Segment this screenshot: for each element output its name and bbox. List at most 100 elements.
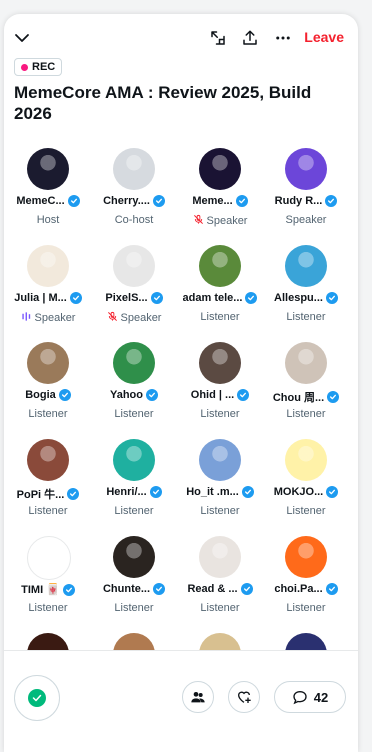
participant[interactable]: adam tele... Listener: [177, 241, 263, 337]
participant-role: Listener: [114, 602, 154, 614]
participant-name-row: Ho_it .m...: [177, 486, 263, 498]
people-icon: [191, 692, 205, 703]
participant[interactable]: TIMI 🀄 Listener: [5, 532, 91, 628]
participant-role: Listener: [28, 602, 68, 614]
verified-badge-icon: [326, 486, 339, 498]
avatar: [199, 245, 241, 287]
mic-button[interactable]: [14, 675, 60, 721]
participant[interactable]: Ohid | ... Listener: [177, 338, 263, 434]
participant-name: Allespu...: [274, 292, 323, 304]
participant[interactable]: Allespu... Listener: [263, 241, 349, 337]
share-icon[interactable]: [238, 26, 262, 50]
verified-badge-icon: [325, 583, 338, 595]
verified-badge-icon: [149, 486, 162, 498]
participant[interactable]: Henri/... Listener: [91, 435, 177, 531]
verified-badge-icon: [237, 389, 250, 401]
participant-name: Ohid | ...: [190, 389, 235, 401]
participant-role-row: Listener: [91, 408, 177, 420]
reaction-button[interactable]: [228, 681, 260, 713]
participant-name-row: MemeC...: [5, 195, 91, 207]
participant-role-row: Speaker: [91, 311, 177, 325]
leave-button[interactable]: Leave: [304, 29, 344, 45]
comments-button[interactable]: 42: [274, 681, 346, 713]
more-icon[interactable]: [271, 26, 295, 50]
participant-role: Listener: [200, 408, 240, 420]
participant-role-row: Listener: [177, 602, 263, 614]
verified-badge-icon: [325, 292, 338, 304]
avatar: [285, 439, 327, 481]
speaking-icon: [21, 311, 32, 325]
participant-role-row: Listener: [263, 602, 349, 614]
avatar: [113, 148, 155, 190]
participant-name-row: TIMI 🀄: [5, 583, 91, 596]
participant[interactable]: MOKJO... Listener: [263, 435, 349, 531]
participant-name-row: Cherry....: [91, 195, 177, 207]
participant[interactable]: Cherry.... Co-host: [91, 144, 177, 240]
participant-role: Listener: [286, 602, 326, 614]
participant-name: Read & ...: [187, 583, 238, 595]
participant-name: Bogia: [25, 389, 56, 401]
participant[interactable]: PoPi 牛... Listener: [5, 435, 91, 531]
verified-badge-icon: [67, 195, 80, 207]
mic-status-icon: [28, 689, 46, 707]
participant-name: Rudy R...: [274, 195, 323, 207]
top-bar: Leave: [4, 24, 358, 52]
verified-badge-icon: [245, 292, 258, 304]
participant[interactable]: Bogia Listener: [5, 338, 91, 434]
participant-name: adam tele...: [182, 292, 243, 304]
participants-grid: MemeC... Host Cherry.... Co-host Meme... Spea…: [4, 144, 358, 659]
dock-icon[interactable]: [206, 26, 230, 50]
people-button[interactable]: [182, 681, 214, 713]
participant-name-row: Julia | M...: [5, 292, 91, 304]
participant-role-row: Listener: [263, 311, 349, 323]
avatar: [199, 148, 241, 190]
participant[interactable]: Julia | M... Speaker: [5, 241, 91, 337]
verified-badge-icon: [62, 583, 75, 596]
participant[interactable]: MemeC... Host: [5, 144, 91, 240]
participant[interactable]: Meme... Speaker: [177, 144, 263, 240]
participant[interactable]: Ho_it .m... Listener: [177, 435, 263, 531]
participant-name: Ho_it .m...: [186, 486, 239, 498]
verified-badge-icon: [235, 195, 248, 207]
avatar: [113, 245, 155, 287]
verified-badge-icon: [153, 583, 166, 595]
participant-role-row: Listener: [5, 505, 91, 517]
participant-name-row: Yahoo: [91, 389, 177, 401]
participant-name: choi.Pa...: [274, 583, 323, 595]
participant-name: Chunte...: [102, 583, 151, 595]
chevron-down-icon[interactable]: [10, 26, 34, 50]
participant[interactable]: choi.Pa... Listener: [263, 532, 349, 628]
participant-role-row: Speaker: [263, 214, 349, 226]
participant[interactable]: PixelS... Speaker: [91, 241, 177, 337]
comment-icon: [293, 690, 307, 705]
participant-role-row: Listener: [91, 505, 177, 517]
participant-role-row: Speaker: [5, 311, 91, 325]
verified-badge-icon: [69, 292, 82, 304]
participant[interactable]: Yahoo Listener: [91, 338, 177, 434]
participant-role: Speaker: [285, 214, 327, 226]
participant-role: Co-host: [114, 214, 154, 226]
participant-name-row: Chou 周...: [263, 389, 349, 405]
recording-dot-icon: [21, 63, 28, 71]
avatar: [27, 439, 69, 481]
avatar: [199, 439, 241, 481]
participant-role-row: Speaker: [177, 214, 263, 228]
participant[interactable]: Chunte... Listener: [91, 532, 177, 628]
participant-name-row: Bogia: [5, 389, 91, 401]
participant-name: Julia | M...: [14, 292, 67, 304]
participant-role: Listener: [28, 408, 68, 420]
recording-badge: REC: [14, 58, 63, 76]
verified-badge-icon: [150, 292, 163, 304]
participant-name-row: Ohid | ...: [177, 389, 263, 401]
participant-name: PixelS...: [105, 292, 148, 304]
participant-role: Listener: [114, 408, 154, 420]
participant[interactable]: Rudy R... Speaker: [263, 144, 349, 240]
participant-name-row: Rudy R...: [263, 195, 349, 207]
participant-name: Chou 周...: [272, 392, 325, 404]
participant-role: Listener: [286, 408, 326, 420]
participant[interactable]: Read & ... Listener: [177, 532, 263, 628]
participant-name: MemeC...: [16, 195, 65, 207]
participant-name-row: PixelS...: [91, 292, 177, 304]
participant[interactable]: Chou 周... Listener: [263, 338, 349, 434]
participant-role: Listener: [200, 602, 240, 614]
